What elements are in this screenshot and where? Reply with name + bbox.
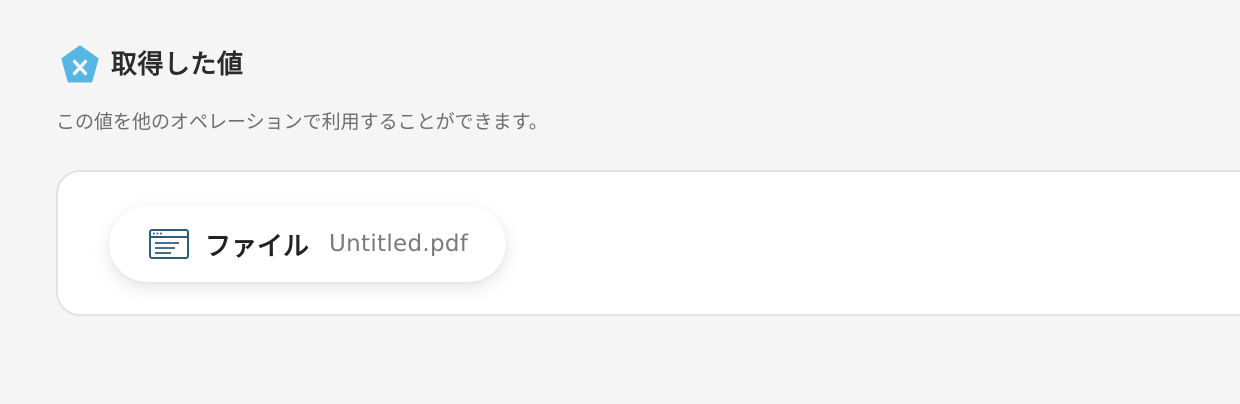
section-title: 取得した値 (111, 50, 244, 80)
section-header: 取得した値 (59, 44, 244, 86)
file-value-chip[interactable]: ファイル Untitled.pdf (109, 206, 507, 282)
section-description: この値を他のオペレーションで利用することができます。 (56, 111, 548, 133)
output-values-panel: ファイル Untitled.pdf (56, 170, 1240, 316)
file-chip-value: Untitled.pdf (329, 231, 469, 257)
file-window-icon (149, 229, 189, 259)
retrieved-values-page: 取得した値 この値を他のオペレーションで利用することができます。 ファイル Un… (0, 0, 1240, 404)
file-chip-label: ファイル (205, 231, 310, 262)
pentagon-x-badge-icon (61, 45, 99, 83)
